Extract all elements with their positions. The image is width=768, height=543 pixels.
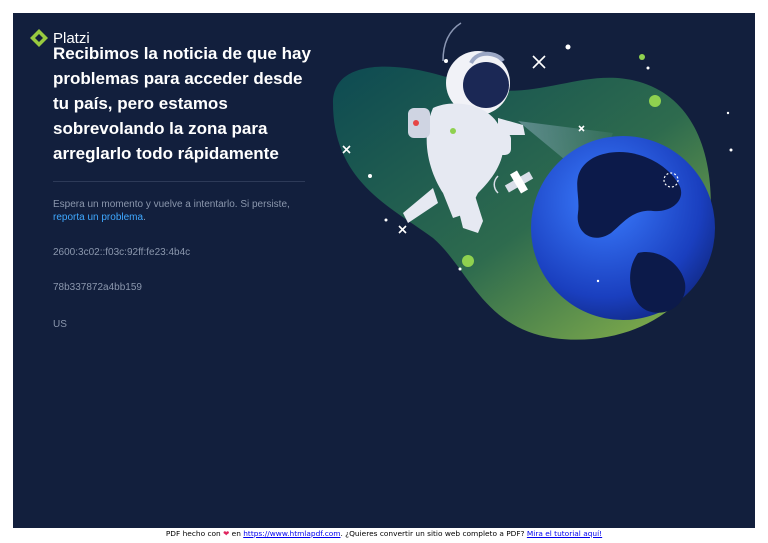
country-code: US [53, 319, 67, 330]
ray-id: 78b337872a4bb159 [53, 282, 142, 293]
report-problem-link[interactable]: reporta un problema [53, 212, 143, 223]
astronaut-earth-illustration [333, 22, 733, 340]
pdf-footer: PDF hecho con ❤ en https://www.htmlapdf.… [0, 529, 768, 538]
platzi-logo-icon [30, 29, 48, 47]
error-panel: Platzi Recibimos la noticia de que hay p… [13, 13, 755, 528]
ip-address: 2600:3c02::f03c:92ff:fe23:4b4c [53, 247, 191, 258]
planet-green-dot [639, 54, 645, 60]
planet-green-dot [649, 95, 661, 107]
retry-message-end: . [143, 212, 146, 223]
retry-message: Espera un momento y vuelve a intentarlo.… [53, 198, 293, 224]
divider [53, 181, 305, 182]
footer-middle: en [231, 529, 241, 538]
footer-question: . ¿Quieres convertir un sitio web comple… [340, 529, 525, 538]
retry-message-text: Espera un momento y vuelve a intentarlo.… [53, 199, 290, 210]
planet-green-dot [462, 255, 474, 267]
footer-prefix: PDF hecho con [165, 529, 221, 538]
tutorial-link[interactable]: Mira el tutorial aquí! [527, 529, 602, 538]
heart-icon: ❤ [223, 529, 230, 538]
page-headline: Recibimos la noticia de que hay problema… [53, 44, 311, 163]
htmlapdf-link[interactable]: https://www.htmlapdf.com [243, 529, 340, 538]
